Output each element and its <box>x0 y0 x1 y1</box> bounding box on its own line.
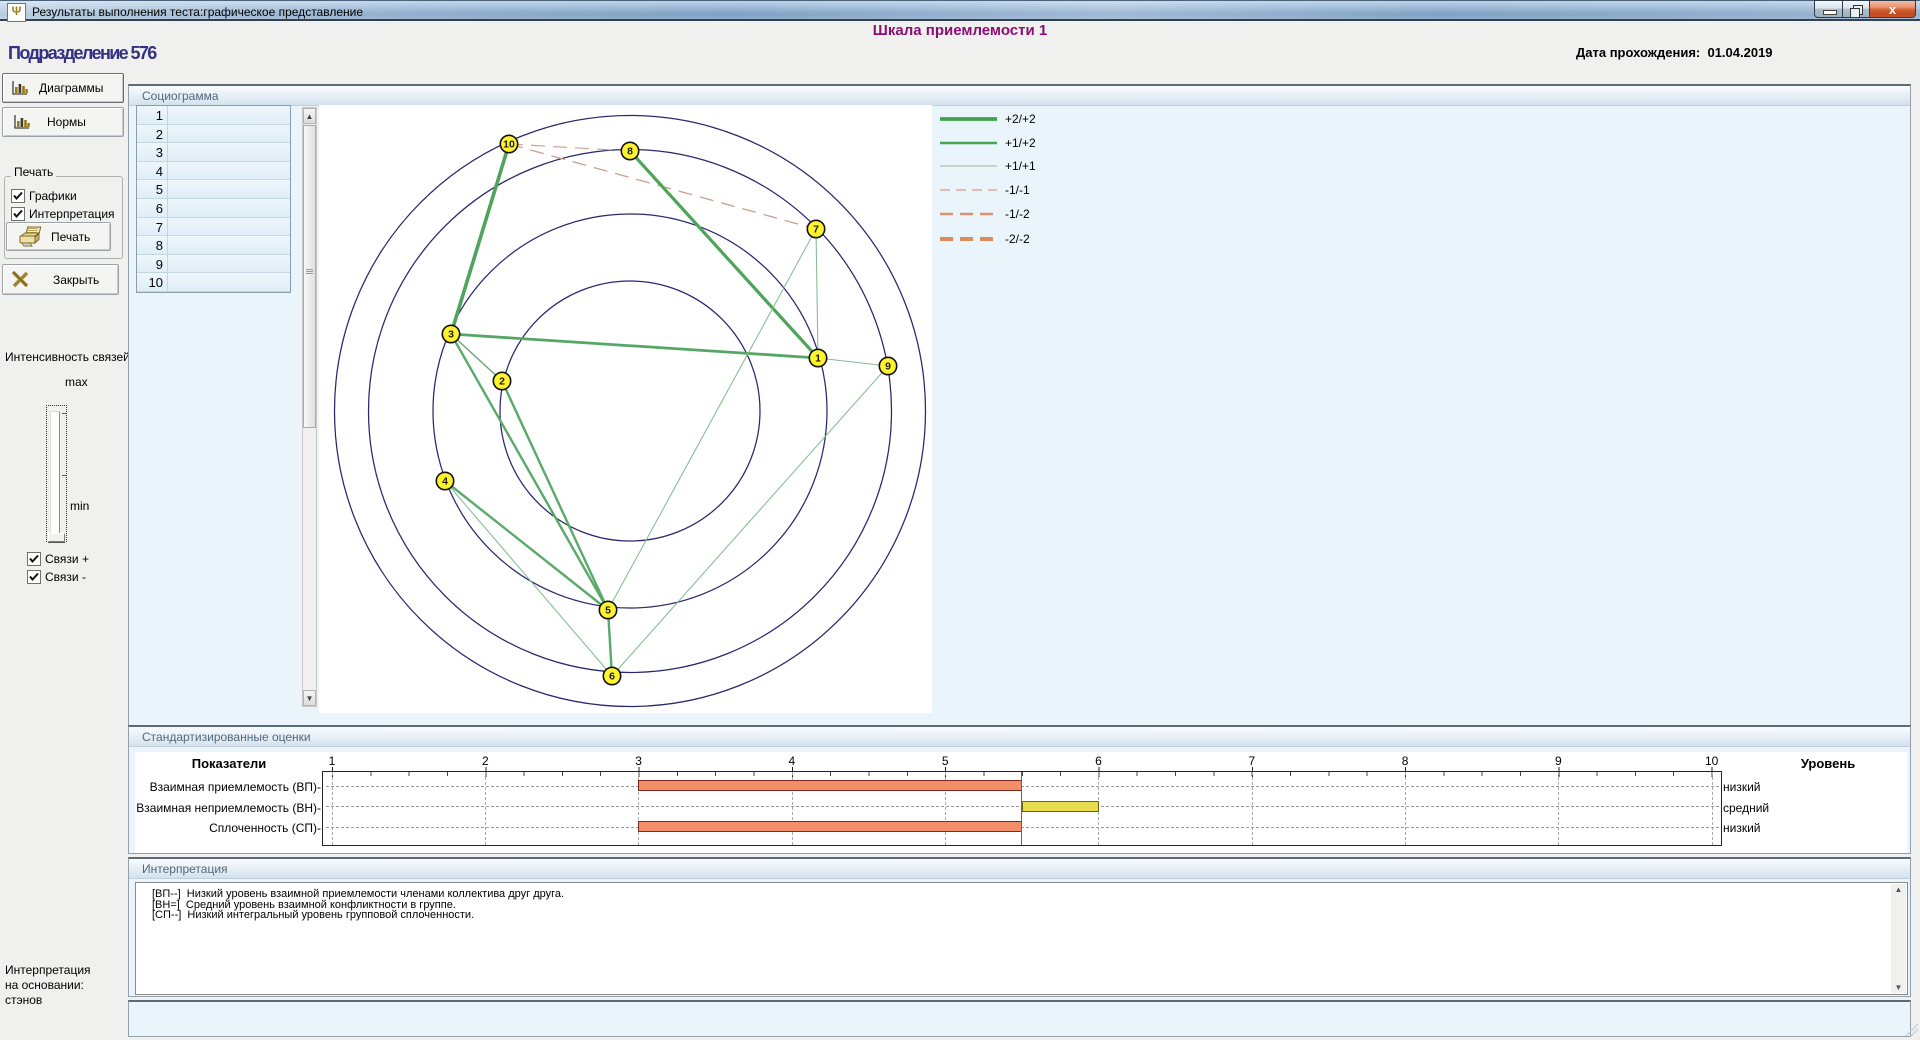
svg-text:3: 3 <box>448 329 454 341</box>
svg-text:8: 8 <box>627 146 633 158</box>
svg-text:-1/-1: -1/-1 <box>1005 183 1030 197</box>
svg-text:9: 9 <box>885 361 891 373</box>
svg-text:4: 4 <box>442 476 448 488</box>
svg-text:-1/-2: -1/-2 <box>1005 207 1030 221</box>
svg-text:2: 2 <box>499 376 505 388</box>
svg-text:5: 5 <box>605 605 611 617</box>
svg-text:10: 10 <box>503 139 515 151</box>
svg-text:+2/+2: +2/+2 <box>1005 112 1036 126</box>
svg-text:+1/+2: +1/+2 <box>1005 136 1036 150</box>
svg-text:7: 7 <box>813 224 819 236</box>
svg-text:-2/-2: -2/-2 <box>1005 232 1030 246</box>
svg-text:6: 6 <box>609 671 615 683</box>
svg-text:1: 1 <box>815 353 821 365</box>
svg-text:+1/+1: +1/+1 <box>1005 159 1036 173</box>
